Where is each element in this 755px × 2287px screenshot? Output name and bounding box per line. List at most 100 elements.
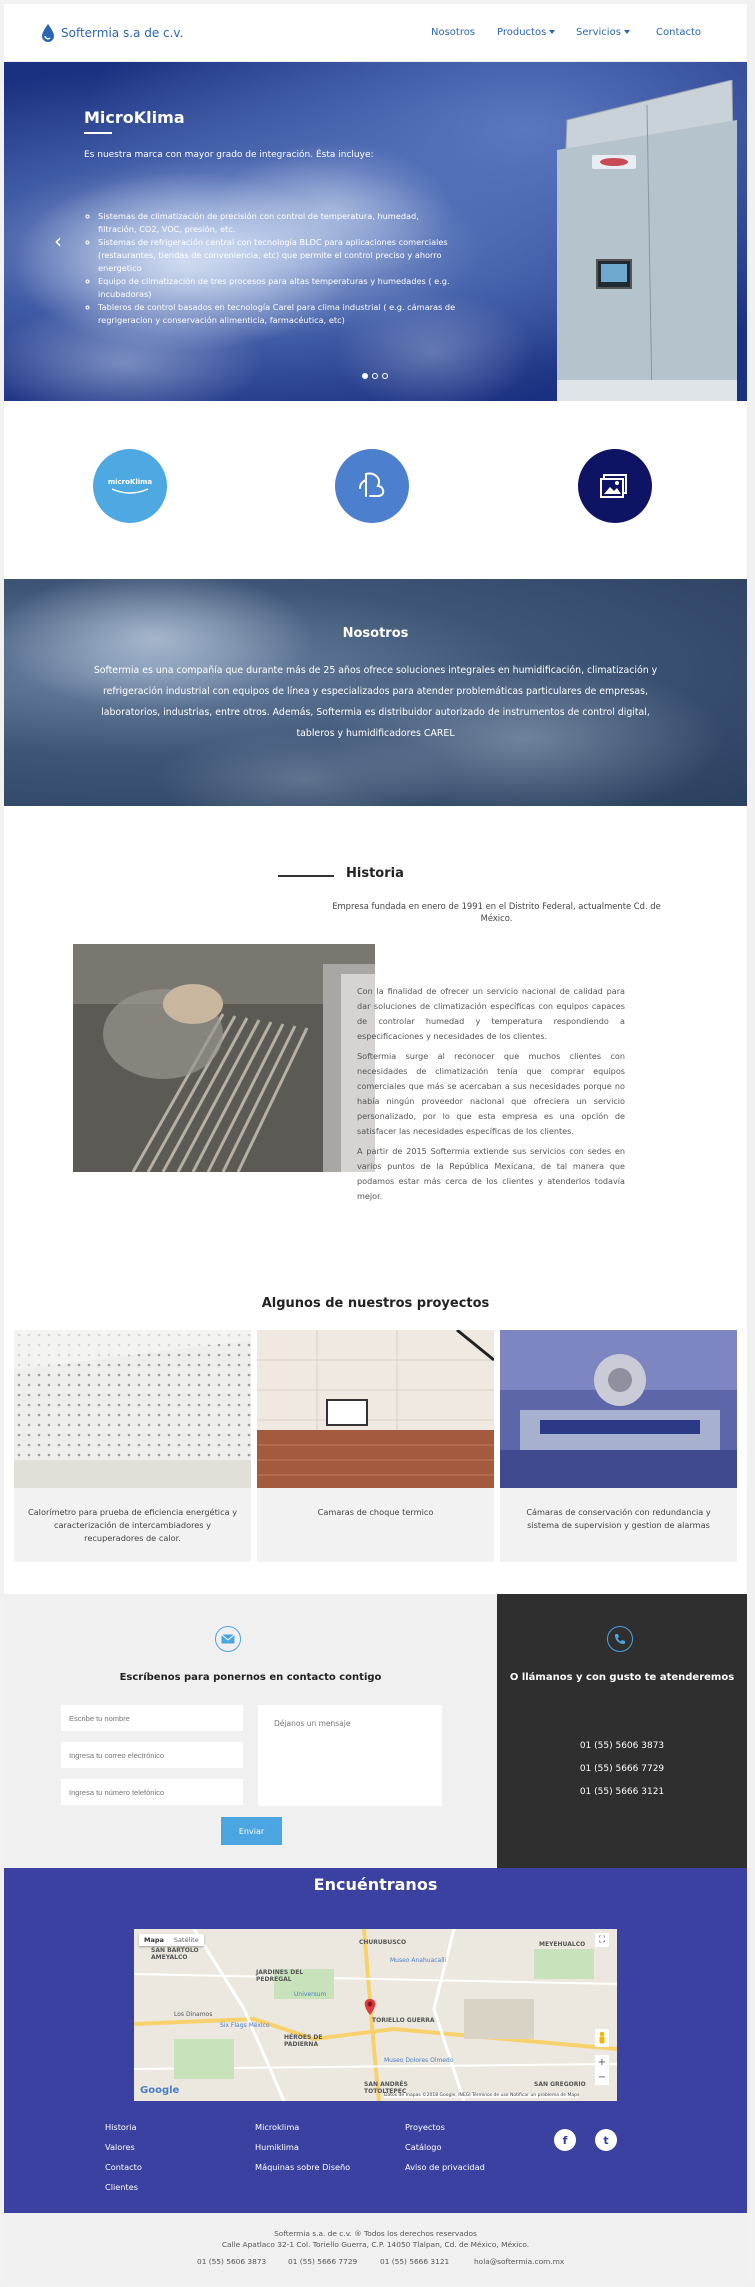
- phone-field[interactable]: [61, 1779, 243, 1805]
- historia-paragraph: Con la finalidad de ofrecer un servicio …: [357, 986, 625, 1041]
- hero-subtitle: Es nuestra marca con mayor grado de inte…: [84, 150, 374, 160]
- nav-servicios[interactable]: Servicios: [576, 27, 630, 38]
- historia-text: Con la finalidad de ofrecer un servicio …: [357, 984, 625, 1209]
- google-map[interactable]: Mapa Satélite SAN BARTOLO AMEYALCO CHURU…: [134, 1929, 617, 2101]
- encuentranos-title: Encuéntranos: [313, 1875, 438, 1894]
- project-card[interactable]: Calorímetro para prueba de eficiencia en…: [14, 1330, 251, 1562]
- footer-phone[interactable]: 01 (55) 5606 3873: [197, 2257, 266, 2266]
- chevron-down-icon: [549, 30, 556, 34]
- footer-link-clientes[interactable]: Clientes: [105, 2182, 138, 2192]
- carousel-indicators: [362, 373, 388, 379]
- footer-link-aviso[interactable]: Aviso de privacidad: [405, 2162, 485, 2172]
- map-tab-satelite[interactable]: Satélite: [169, 1934, 204, 1946]
- twitter-icon[interactable]: t: [595, 2129, 617, 2151]
- map-attribution: Datos de mapas ©2018 Google, INEGI Térmi…: [384, 2093, 580, 2098]
- nav-contacto[interactable]: Contacto: [656, 27, 701, 38]
- nav-productos[interactable]: Productos: [497, 27, 556, 38]
- message-field[interactable]: Déjanos un mensaje: [258, 1705, 442, 1806]
- project-image-ceiling: [14, 1330, 251, 1488]
- logo[interactable]: Softermia s.a de c.v.: [40, 23, 183, 43]
- name-field[interactable]: [61, 1705, 243, 1731]
- chevron-down-icon: [623, 30, 630, 34]
- map-label: Six Flags México: [220, 2022, 270, 2029]
- humiklima-brand-circle[interactable]: [335, 449, 409, 523]
- map-tab-mapa[interactable]: Mapa: [139, 1934, 169, 1946]
- brand-circles: microKlima: [4, 401, 747, 579]
- nosotros-text: Softermia es una compañía que durante má…: [93, 665, 658, 739]
- historia-title: Historia: [346, 866, 404, 881]
- phone-number[interactable]: 01 (55) 5666 7729: [497, 1764, 747, 1774]
- project-image-machine: [500, 1330, 737, 1488]
- cloud-drop-icon: [359, 472, 385, 497]
- list-item: Sistemas de refrigeración central con te…: [98, 236, 459, 275]
- footer-email[interactable]: hola@softermia.com.mx: [474, 2257, 564, 2266]
- microklima-logo-text: microKlima: [107, 477, 153, 486]
- footer-link-catalogo[interactable]: Catálogo: [405, 2142, 441, 2152]
- hero-carousel: MicroKlima Es nuestra marca con mayor gr…: [4, 62, 747, 401]
- zoom-controls: + −: [595, 2055, 609, 2085]
- street-view-pegman-icon[interactable]: [595, 2029, 609, 2047]
- historia-paragraph: A partir de 2015 Softermia extiende sus …: [357, 1146, 625, 1201]
- phone-number[interactable]: 01 (55) 5666 3121: [497, 1787, 747, 1797]
- image-gallery-icon: [600, 474, 627, 498]
- zoom-in-icon[interactable]: +: [595, 2055, 609, 2070]
- fullscreen-icon[interactable]: ⛶: [595, 1933, 609, 1947]
- address: Calle Apatlaco 32-1 Col. Toriello Guerra…: [221, 2240, 530, 2249]
- historia-photo: [73, 944, 375, 1172]
- footer-link-humiklima[interactable]: Humiklima: [255, 2142, 299, 2152]
- footer-phone[interactable]: 01 (55) 5666 7729: [288, 2257, 357, 2266]
- footer-link-proyectos[interactable]: Proyectos: [405, 2122, 445, 2132]
- historia-paragraph: Softermia surge al reconocer que muchos …: [357, 1051, 625, 1136]
- project-card[interactable]: Cámaras de conservación con redundancia …: [500, 1330, 737, 1562]
- phone-number[interactable]: 01 (55) 5606 3873: [497, 1741, 747, 1751]
- nav-nosotros[interactable]: Nosotros: [431, 27, 475, 38]
- map-label: SAN BARTOLO AMEYALCO: [151, 1947, 199, 1961]
- map-label: TORIELLO GUERRA: [372, 2017, 435, 2024]
- project-image-chamber: [257, 1330, 494, 1488]
- map-label: MEYEHUALCO: [539, 1941, 586, 1948]
- map-label: Museo Dolores Olmedo: [384, 2057, 454, 2064]
- call-title: O llámanos y con gusto te atenderemos: [509, 1672, 735, 1683]
- zoom-out-icon[interactable]: −: [595, 2070, 609, 2085]
- project-card[interactable]: Camaras de choque termico: [257, 1330, 494, 1562]
- historia-intro: Empresa fundada en enero de 1991 en el D…: [332, 901, 661, 923]
- nav-servicios-label: Servicios: [576, 27, 621, 38]
- hero-feature-list: Sistemas de climatización de precisión c…: [84, 210, 459, 327]
- footer-phone[interactable]: 01 (55) 5666 3121: [380, 2257, 449, 2266]
- project-caption: Camaras de choque termico: [317, 1507, 434, 1517]
- list-item: Tableros de control basados en tecnologí…: [98, 301, 459, 327]
- footer-link-contacto[interactable]: Contacto: [105, 2162, 142, 2172]
- map-label: JARDINES DEL PEDREGAL: [256, 1969, 304, 1983]
- historia-divider: [278, 875, 334, 877]
- envelope-icon: [215, 1626, 241, 1652]
- microklima-brand-circle[interactable]: microKlima: [93, 449, 167, 523]
- map-type-tabs: Mapa Satélite: [139, 1934, 204, 1946]
- map-label: Universum: [294, 1991, 327, 1998]
- carousel-dot[interactable]: [382, 373, 388, 379]
- facebook-icon[interactable]: f: [554, 2129, 576, 2151]
- microklima-logo-icon: microKlima: [108, 478, 152, 495]
- proyectos-title: Algunos de nuestros proyectos: [261, 1296, 490, 1311]
- hero-title: MicroKlima: [84, 108, 185, 127]
- air-handling-unit-image: [557, 80, 737, 401]
- phone-icon: [607, 1626, 633, 1652]
- section-title: Nosotros: [342, 626, 409, 641]
- page: Softermia s.a de c.v. Nosotros Productos…: [4, 4, 747, 2283]
- list-item: Sistemas de climatización de precisión c…: [98, 210, 459, 236]
- footer-link-maquinas[interactable]: Máquinas sobre Diseño: [255, 2162, 350, 2172]
- map-label: HÉROES DE PADIERNA: [284, 2034, 323, 2048]
- carousel-dot[interactable]: [362, 373, 368, 379]
- google-logo: Google: [140, 2085, 180, 2096]
- footer-link-historia[interactable]: Historia: [105, 2122, 137, 2132]
- send-button[interactable]: Enviar: [221, 1817, 282, 1845]
- site-header: Softermia s.a de c.v. Nosotros Productos…: [4, 4, 747, 62]
- gallery-brand-circle[interactable]: [578, 449, 652, 523]
- map-label: CHURUBUSCO: [359, 1939, 407, 1946]
- footer-link-microklima[interactable]: Microklima: [255, 2122, 299, 2132]
- droplet-logo-icon: [42, 24, 54, 42]
- map-label: SAN GREGORIO: [534, 2081, 586, 2088]
- email-field[interactable]: [61, 1742, 243, 1768]
- carousel-prev-arrow-icon[interactable]: ‹: [54, 229, 62, 253]
- carousel-dot[interactable]: [372, 373, 378, 379]
- footer-link-valores[interactable]: Valores: [105, 2142, 135, 2152]
